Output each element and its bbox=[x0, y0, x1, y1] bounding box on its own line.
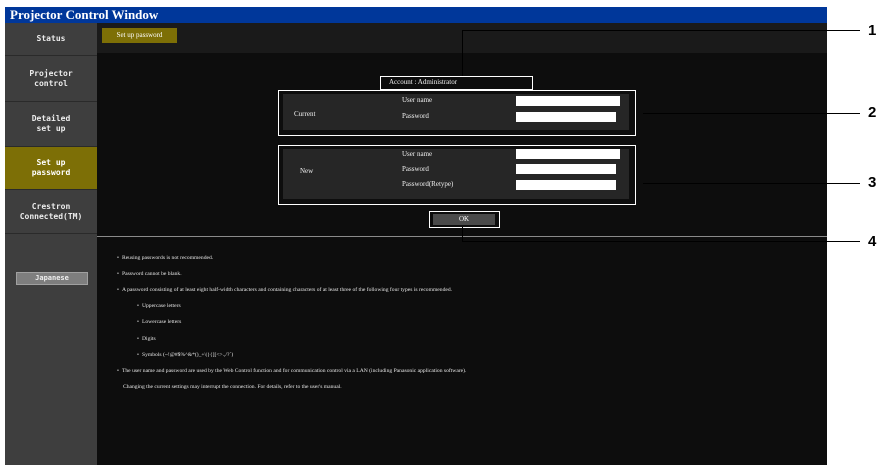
sidebar: Status Projector control Detailed set up… bbox=[5, 23, 97, 465]
new-password-label: Password bbox=[402, 165, 429, 173]
new-user-name-label: User name bbox=[402, 150, 433, 158]
callout-number-4: 4 bbox=[868, 233, 877, 250]
new-user-name-input[interactable] bbox=[516, 149, 620, 159]
new-password-retype-input[interactable] bbox=[516, 180, 616, 190]
note-type-symbols: • Symbols (~!@#$%^&*()_+\|}{][<>.,/?`) bbox=[137, 352, 234, 358]
sidebar-item-status[interactable]: Status bbox=[5, 23, 97, 56]
account-header: Account : Administrator bbox=[389, 78, 457, 86]
callout-number-3: 3 bbox=[868, 174, 877, 191]
callout-4-vertical bbox=[462, 227, 463, 242]
note-type-uppercase: • Uppercase letters bbox=[137, 303, 181, 309]
new-section-label: New bbox=[300, 167, 314, 175]
window-title: Projector Control Window bbox=[5, 7, 827, 23]
note-usage: • The user name and password are used by … bbox=[117, 368, 467, 374]
new-password-input[interactable] bbox=[516, 164, 616, 174]
note-type-lowercase: • Lowercase letters bbox=[137, 319, 182, 325]
callout-number-1: 1 bbox=[868, 22, 877, 39]
note-reuse: • Reusing passwords is not recommended. bbox=[117, 255, 214, 261]
current-password-input[interactable] bbox=[516, 112, 616, 122]
account-value: Administrator bbox=[417, 78, 458, 86]
current-section-label: Current bbox=[294, 110, 316, 118]
account-separator: : bbox=[414, 78, 417, 86]
sidebar-item-detailed-set-up[interactable]: Detailed set up bbox=[5, 102, 97, 147]
note-type-digits: • Digits bbox=[137, 336, 156, 342]
callout-2-line bbox=[643, 113, 860, 114]
note-blank: • Password cannot be blank. bbox=[117, 271, 182, 277]
callout-3-line bbox=[643, 183, 860, 184]
sidebar-item-crestron-connected[interactable]: Crestron Connected(TM) bbox=[5, 190, 97, 234]
account-label: Account bbox=[389, 78, 413, 86]
callout-number-2: 2 bbox=[868, 104, 877, 121]
language-japanese-button[interactable]: Japanese bbox=[16, 272, 88, 285]
new-password-retype-label: Password(Retype) bbox=[402, 180, 454, 188]
tab-set-up-password[interactable]: Set up password bbox=[102, 28, 177, 43]
callout-4-horizontal bbox=[462, 241, 860, 242]
current-user-name-label: User name bbox=[402, 96, 433, 104]
projector-control-window: Projector Control Window Status Projecto… bbox=[5, 7, 827, 465]
sidebar-item-set-up-password[interactable]: Set up password bbox=[5, 147, 97, 190]
main-content: Account : Administrator Current User nam… bbox=[97, 53, 827, 465]
callout-1-horizontal bbox=[462, 30, 860, 31]
note-connection: Changing the current settings may interr… bbox=[123, 384, 342, 390]
ok-button[interactable]: OK bbox=[433, 214, 495, 225]
note-recommendation: • A password consisting of at least eight… bbox=[117, 287, 453, 293]
sidebar-item-projector-control[interactable]: Projector control bbox=[5, 56, 97, 102]
current-password-label: Password bbox=[402, 112, 429, 120]
callout-1-vertical bbox=[462, 30, 463, 76]
current-user-name-input[interactable] bbox=[516, 96, 620, 106]
